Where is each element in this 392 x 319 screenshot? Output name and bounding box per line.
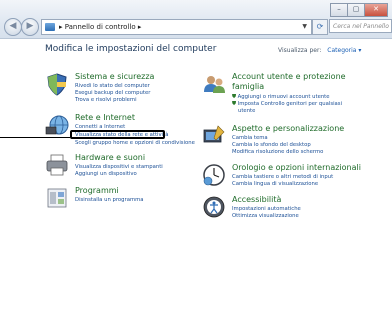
refresh-icon: ⟳ (316, 22, 324, 31)
clock-icon (202, 163, 226, 187)
link-risolvi-problemi[interactable]: Trova e risolvi problemi (75, 97, 137, 103)
link-text: Imposta Controllo genitori per qualsiasi (237, 101, 343, 107)
link-impostazioni-automatiche[interactable]: Impostazioni automatiche (232, 206, 301, 212)
category-title[interactable]: Programmi (75, 186, 119, 195)
page-title: Modifica le impostazioni del computer (45, 44, 217, 54)
address-bar[interactable]: ▸ Pannello di controllo ▸ ▼ (41, 19, 312, 35)
category-title[interactable]: Rete e Internet (75, 113, 135, 122)
forward-arrow-icon: ▶ (26, 21, 34, 31)
link-sfondo-desktop[interactable]: Cambia lo sfondo del desktop (232, 142, 311, 148)
link-backup[interactable]: Esegui backup del computer (75, 90, 150, 96)
view-by-dropdown[interactable]: Categoria ▾ (327, 47, 361, 54)
minimize-button[interactable]: – (330, 3, 347, 17)
link-rivedi-stato[interactable]: Rivedi lo stato del computer (75, 83, 150, 89)
network-icon (45, 113, 69, 137)
category-title-line2[interactable]: famiglia (232, 82, 264, 91)
link-disinstalla-programma[interactable]: Disinstalla un programma (75, 197, 144, 203)
search-input[interactable]: Cerca nel Pannello di controllo (329, 19, 392, 33)
highlight-box (70, 130, 165, 139)
link-text: Aggiungi o rimuovi account utente (237, 94, 330, 100)
link-gruppo-home[interactable]: Scegli gruppo home e opzioni di condivis… (75, 140, 195, 146)
printer-icon (45, 153, 69, 177)
view-by-control[interactable]: Visualizza per: Categoria ▾ (278, 47, 361, 54)
shield-icon (45, 72, 69, 96)
accessibility-icon (202, 195, 226, 219)
link-risoluzione-schermo[interactable]: Modifica risoluzione dello schermo (232, 149, 323, 155)
category-title-line1[interactable]: Account utente e protezione (232, 72, 346, 81)
window-controls: – ▢ ✕ (330, 3, 388, 17)
title-bar: – ▢ ✕ ◀ ▶ ▸ Pannello di controllo ▸ ▼ ⟳ … (0, 0, 392, 39)
category-title[interactable]: Sistema e sicurezza (75, 72, 154, 81)
users-icon (202, 72, 226, 96)
category-title[interactable]: Hardware e suoni (75, 153, 145, 162)
link-aggiungi-dispositivo[interactable]: Aggiungi un dispositivo (75, 171, 137, 177)
programs-icon (45, 186, 69, 210)
callout-line (0, 137, 70, 138)
category-title[interactable]: Aspetto e personalizzazione (232, 124, 344, 133)
category-title[interactable]: Accessibilità (232, 195, 281, 204)
maximize-button[interactable]: ▢ (347, 3, 364, 17)
link-controllo-genitori-cont[interactable]: utente (238, 108, 255, 114)
link-controllo-genitori[interactable]: ⛊ Imposta Controllo genitori per qualsia… (232, 101, 342, 108)
link-lingua[interactable]: Cambia lingua di visualizzazione (232, 181, 318, 187)
back-arrow-icon: ◀ (9, 21, 17, 31)
link-tastiere[interactable]: Cambia tastiere o altri metodi di input (232, 174, 333, 180)
close-button[interactable]: ✕ (364, 3, 388, 17)
link-ottimizza-visualizzazione[interactable]: Ottimizza visualizzazione (232, 213, 299, 219)
shield-small-icon: ⛊ (232, 94, 236, 100)
appearance-icon (202, 124, 226, 148)
forward-button[interactable]: ▶ (21, 18, 39, 36)
link-dispositivi-stampanti[interactable]: Visualizza dispositivi e stampanti (75, 164, 163, 170)
control-panel-icon (45, 23, 55, 31)
category-title[interactable]: Orologio e opzioni internazionali (232, 163, 361, 172)
link-account-utente[interactable]: ⛊ Aggiungi o rimuovi account utente (232, 94, 330, 101)
shield-small-icon: ⛊ (232, 101, 236, 107)
link-cambia-tema[interactable]: Cambia tema (232, 135, 268, 141)
address-dropdown-icon[interactable]: ▼ (302, 20, 307, 34)
refresh-button[interactable]: ⟳ (312, 19, 328, 35)
control-panel-window: – ▢ ✕ ◀ ▶ ▸ Pannello di controllo ▸ ▼ ⟳ … (0, 0, 392, 319)
breadcrumb[interactable]: ▸ Pannello di controllo ▸ (59, 20, 141, 34)
back-button[interactable]: ◀ (4, 18, 22, 36)
view-by-label: Visualizza per: (278, 47, 322, 54)
